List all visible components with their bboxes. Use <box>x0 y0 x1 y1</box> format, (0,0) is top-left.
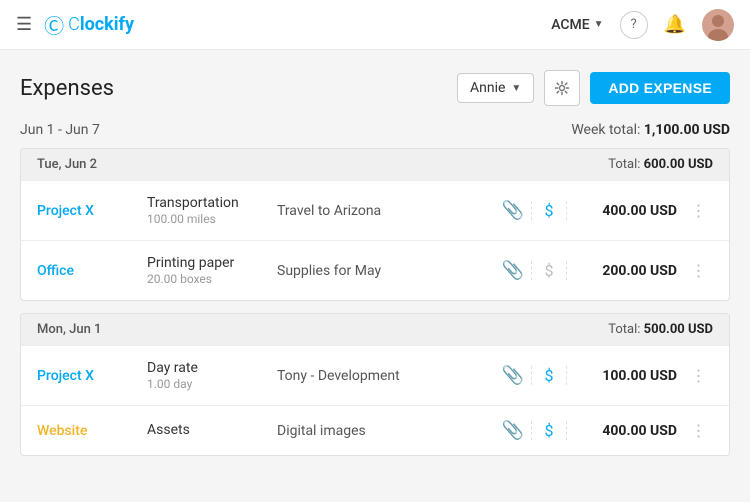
user-filter-dropdown[interactable]: Annie ▼ <box>457 73 534 103</box>
week-total: Week total: 1,100.00 USD <box>571 122 730 138</box>
nav-left: ☰ Ⓒ Clockify <box>16 10 134 39</box>
attachment-icon[interactable]: 📎 <box>502 200 524 221</box>
section-mon-jun1: Mon, Jun 1 Total: 500.00 USD Project X D… <box>20 313 730 456</box>
billable-col: $ <box>531 201 567 220</box>
section-date: Mon, Jun 1 <box>37 322 101 337</box>
expense-menu-col[interactable]: ⋮ <box>685 261 713 280</box>
section-tue-jun2: Tue, Jun 2 Total: 600.00 USD Project X T… <box>20 148 730 301</box>
project-link[interactable]: Project X <box>37 203 94 219</box>
expense-description-col: Digital images <box>277 423 495 439</box>
week-total-value: 1,100.00 USD <box>644 122 730 138</box>
category-sub: 20.00 boxes <box>147 272 277 286</box>
expense-row: Project X Transportation 100.00 miles Tr… <box>21 180 729 240</box>
attachment-col: 📎 <box>495 260 531 281</box>
gear-icon <box>554 80 570 96</box>
header-actions: Annie ▼ ADD EXPENSE <box>457 70 730 106</box>
expense-project-col: Project X <box>37 203 147 219</box>
category-name: Printing paper <box>147 255 277 271</box>
attachment-icon[interactable]: 📎 <box>502 260 524 281</box>
expense-category-col: Day rate 1.00 day <box>147 360 277 391</box>
billable-icon[interactable]: $ <box>545 201 554 220</box>
date-range: Jun 1 - Jun 7 <box>20 122 100 138</box>
expense-description-col: Supplies for May <box>277 263 495 279</box>
section-header-tue: Tue, Jun 2 Total: 600.00 USD <box>21 149 729 180</box>
project-link[interactable]: Website <box>37 423 87 439</box>
row-menu-icon[interactable]: ⋮ <box>691 366 708 385</box>
expense-project-col: Office <box>37 263 147 279</box>
logo-text: Clockify <box>68 14 134 35</box>
expense-menu-col[interactable]: ⋮ <box>685 421 713 440</box>
row-menu-icon[interactable]: ⋮ <box>691 201 708 220</box>
nav-right: ACME ▼ ? 🔔 <box>551 9 734 41</box>
expense-menu-col[interactable]: ⋮ <box>685 366 713 385</box>
billable-col: $ <box>531 421 567 440</box>
billable-col: $ <box>531 261 567 280</box>
help-icon[interactable]: ? <box>620 11 648 39</box>
billable-icon-inactive[interactable]: $ <box>545 261 554 280</box>
logo-icon: Ⓒ <box>44 10 64 39</box>
page-content: Expenses Annie ▼ ADD EXPENSE Jun 1 - Jun… <box>0 50 750 502</box>
expense-row: Project X Day rate 1.00 day Tony - Devel… <box>21 345 729 405</box>
company-selector[interactable]: ACME ▼ <box>551 17 603 33</box>
expense-description-col: Travel to Arizona <box>277 203 495 219</box>
expense-amount-col: 400.00 USD <box>567 203 677 219</box>
section-total-value: 600.00 USD <box>644 157 713 172</box>
billable-icon[interactable]: $ <box>545 421 554 440</box>
section-total: Total: 600.00 USD <box>608 157 713 172</box>
expense-row: Office Printing paper 20.00 boxes Suppli… <box>21 240 729 300</box>
billable-icon[interactable]: $ <box>545 366 554 385</box>
category-name: Assets <box>147 422 277 438</box>
row-menu-icon[interactable]: ⋮ <box>691 421 708 440</box>
section-total-value: 500.00 USD <box>644 322 713 337</box>
company-name: ACME <box>551 17 589 33</box>
top-navigation: ☰ Ⓒ Clockify ACME ▼ ? 🔔 <box>0 0 750 50</box>
bell-icon[interactable]: 🔔 <box>664 14 686 35</box>
row-menu-icon[interactable]: ⋮ <box>691 261 708 280</box>
expense-description-col: Tony - Development <box>277 368 495 384</box>
section-date: Tue, Jun 2 <box>37 157 97 172</box>
expense-project-col: Project X <box>37 368 147 384</box>
category-name: Transportation <box>147 195 277 211</box>
expense-amount-col: 100.00 USD <box>567 368 677 384</box>
expense-row: Website Assets Digital images 📎 $ 400.00… <box>21 405 729 455</box>
category-sub: 1.00 day <box>147 377 277 391</box>
expense-category-col: Transportation 100.00 miles <box>147 195 277 226</box>
avatar-image <box>702 9 734 41</box>
attachment-col: 📎 <box>495 420 531 441</box>
settings-button[interactable] <box>544 70 580 106</box>
expense-category-col: Assets <box>147 422 277 439</box>
expense-menu-col[interactable]: ⋮ <box>685 201 713 220</box>
logo[interactable]: Ⓒ Clockify <box>44 10 134 39</box>
section-header-mon: Mon, Jun 1 Total: 500.00 USD <box>21 314 729 345</box>
expense-amount-col: 400.00 USD <box>567 423 677 439</box>
add-expense-button[interactable]: ADD EXPENSE <box>590 72 730 104</box>
section-total: Total: 500.00 USD <box>608 322 713 337</box>
user-filter-chevron-icon: ▼ <box>511 83 521 94</box>
project-link[interactable]: Project X <box>37 368 94 384</box>
category-sub: 100.00 miles <box>147 212 277 226</box>
attachment-col: 📎 <box>495 200 531 221</box>
page-header: Expenses Annie ▼ ADD EXPENSE <box>20 70 730 106</box>
expense-category-col: Printing paper 20.00 boxes <box>147 255 277 286</box>
attachment-icon[interactable]: 📎 <box>502 420 524 441</box>
category-name: Day rate <box>147 360 277 376</box>
project-link[interactable]: Office <box>37 263 74 279</box>
page-title: Expenses <box>20 76 114 101</box>
expense-project-col: Website <box>37 423 147 439</box>
billable-col: $ <box>531 366 567 385</box>
expense-amount-col: 200.00 USD <box>567 263 677 279</box>
attachment-icon-empty: 📎 <box>502 365 524 386</box>
date-range-row: Jun 1 - Jun 7 Week total: 1,100.00 USD <box>20 122 730 138</box>
attachment-col: 📎 <box>495 365 531 386</box>
company-chevron-icon: ▼ <box>594 19 604 30</box>
hamburger-icon[interactable]: ☰ <box>16 14 32 35</box>
user-avatar[interactable] <box>702 9 734 41</box>
user-filter-label: Annie <box>470 80 505 96</box>
